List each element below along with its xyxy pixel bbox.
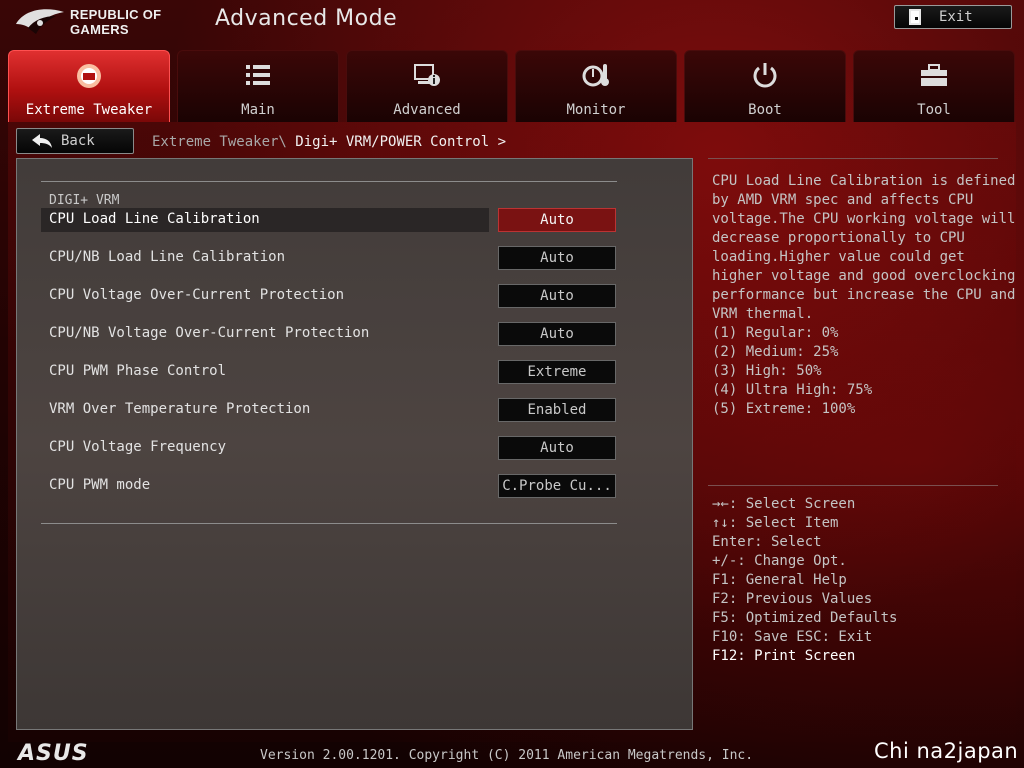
help-line: voltage.The CPU working voltage will	[712, 211, 1016, 227]
tab-label: Main	[241, 102, 275, 118]
exit-button[interactable]: Exit	[894, 5, 1012, 29]
rog-logo: REPUBLIC OF GAMERS	[14, 4, 184, 42]
help-line: loading.Higher value could get	[712, 249, 965, 265]
setting-value-select[interactable]: Auto	[498, 322, 616, 346]
setting-row-cpunb-llc[interactable]: CPU/NB Load Line Calibration Auto	[41, 246, 617, 270]
tab-extreme-tweaker[interactable]: Extreme Tweaker	[8, 50, 170, 122]
help-line: performance but increase the CPU and	[712, 287, 1016, 303]
setting-row-pwm-mode[interactable]: CPU PWM mode C.Probe Cu...	[41, 474, 617, 498]
key-hint: F2: Previous Values	[712, 591, 873, 607]
setting-value-select[interactable]: Auto	[498, 436, 616, 460]
key-hint: F5: Optimized Defaults	[712, 610, 898, 626]
list-icon	[246, 65, 270, 85]
exit-label: Exit	[939, 9, 973, 25]
setting-row-cpu-llc[interactable]: CPU Load Line Calibration Auto	[41, 208, 617, 232]
help-divider-top	[708, 158, 998, 159]
setting-value-select[interactable]: Auto	[498, 208, 616, 232]
tab-boot[interactable]: Boot	[684, 50, 846, 122]
section-title: DIGI+ VRM	[49, 193, 120, 208]
key-hint: F10: Save ESC: Exit	[712, 629, 873, 645]
exit-door-icon	[909, 9, 921, 25]
divider	[41, 181, 617, 182]
help-line: (3) High: 50%	[712, 363, 822, 379]
setting-row-cpu-ocp[interactable]: CPU Voltage Over-Current Protection Auto	[41, 284, 617, 308]
key-hint: →←: Select Screen	[712, 496, 856, 512]
help-line: VRM thermal.	[712, 306, 814, 322]
help-line: (5) Extreme: 100%	[712, 401, 856, 417]
rog-eye-icon	[16, 9, 64, 34]
setting-label: CPU Voltage Over-Current Protection	[49, 287, 345, 303]
help-line: by AMD VRM spec and affects CPU	[712, 192, 974, 208]
page-title: Advanced Mode	[215, 6, 398, 31]
asus-logo: ASUS	[18, 741, 89, 766]
setting-label: CPU Load Line Calibration	[49, 211, 260, 227]
header: REPUBLIC OF GAMERS Advanced Mode Exit	[0, 0, 1024, 46]
key-hint: F12: Print Screen	[712, 648, 856, 664]
setting-label: CPU PWM Phase Control	[49, 363, 227, 379]
settings-panel: DIGI+ VRM CPU Load Line Calibration Auto…	[16, 158, 693, 730]
tab-label: Boot	[748, 102, 782, 118]
main-tabs: Extreme Tweaker Main Advanced Monitor Bo…	[8, 50, 1016, 122]
setting-row-cpunb-ocp[interactable]: CPU/NB Voltage Over-Current Protection A…	[41, 322, 617, 346]
setting-label: CPU/NB Load Line Calibration	[49, 249, 286, 265]
key-hint: +/-: Change Opt.	[712, 553, 847, 569]
help-line: CPU Load Line Calibration is defined	[712, 173, 1016, 189]
tab-advanced[interactable]: Advanced	[346, 50, 508, 122]
key-hint: ↑↓: Select Item	[712, 515, 839, 531]
version-text: Version 2.00.1201. Copyright (C) 2011 Am…	[260, 748, 754, 763]
key-hint: F1: General Help	[712, 572, 847, 588]
setting-value-select[interactable]: Enabled	[498, 398, 616, 422]
tab-tool[interactable]: Tool	[853, 50, 1015, 122]
help-line: (2) Medium: 25%	[712, 344, 839, 360]
setting-value-select[interactable]: C.Probe Cu...	[498, 474, 616, 498]
setting-value-select[interactable]: Auto	[498, 246, 616, 270]
brand-line-2: GAMERS	[70, 22, 129, 37]
key-legend: →←: Select Screen ↑↓: Select Item Enter:…	[712, 495, 897, 666]
brand-line-1: REPUBLIC OF	[70, 7, 162, 22]
help-line: decrease proportionally to CPU	[712, 230, 965, 246]
help-divider-bottom	[708, 485, 998, 486]
tab-label: Monitor	[566, 102, 626, 118]
monitor-gauge-icon	[582, 64, 609, 87]
help-description: CPU Load Line Calibration is defined by …	[712, 172, 1016, 419]
setting-label: CPU/NB Voltage Over-Current Protection	[49, 325, 370, 341]
tab-main[interactable]: Main	[177, 50, 339, 122]
breadcrumb-current: Digi+ VRM/POWER Control >	[295, 134, 507, 150]
back-arrow-icon	[32, 134, 52, 148]
breadcrumb: Extreme Tweaker\ Digi+ VRM/POWER Control…	[152, 134, 506, 150]
divider	[41, 523, 617, 524]
help-line: (4) Ultra High: 75%	[712, 382, 873, 398]
tab-label: Extreme Tweaker	[25, 102, 153, 118]
setting-value-select[interactable]: Auto	[498, 284, 616, 308]
tweaker-icon	[77, 64, 101, 88]
setting-row-pwm-phase[interactable]: CPU PWM Phase Control Extreme	[41, 360, 617, 384]
power-icon	[753, 63, 777, 88]
tab-monitor[interactable]: Monitor	[515, 50, 677, 122]
back-label: Back	[61, 133, 95, 149]
setting-label: VRM Over Temperature Protection	[49, 401, 311, 417]
tab-label: Advanced	[393, 102, 461, 118]
breadcrumb-parent[interactable]: Extreme Tweaker\	[152, 134, 287, 150]
setting-row-vrm-temp[interactable]: VRM Over Temperature Protection Enabled	[41, 398, 617, 422]
watermark: Chi na2japan	[874, 739, 1019, 763]
setting-value-select[interactable]: Extreme	[498, 360, 616, 384]
key-hint: Enter: Select	[712, 534, 822, 550]
toolbox-icon	[921, 64, 947, 86]
setting-row-voltage-freq[interactable]: CPU Voltage Frequency Auto	[41, 436, 617, 460]
advanced-info-icon	[414, 64, 440, 86]
brand-text: REPUBLIC OF GAMERS	[70, 7, 161, 37]
setting-label: CPU Voltage Frequency	[49, 439, 227, 455]
setting-label: CPU PWM mode	[49, 477, 151, 493]
help-line: higher voltage and good overclocking	[712, 268, 1016, 284]
tab-label: Tool	[917, 102, 951, 118]
back-button[interactable]: Back	[16, 128, 134, 154]
help-line: (1) Regular: 0%	[712, 325, 839, 341]
